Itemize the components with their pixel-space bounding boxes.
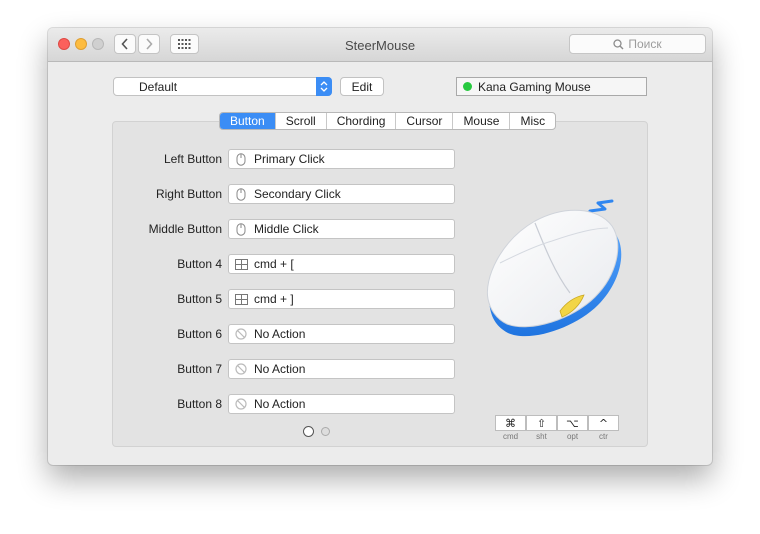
button-7-action-field[interactable]: No Action bbox=[228, 359, 455, 379]
keyboard-icon bbox=[234, 257, 248, 271]
control-modifier-label: ctr bbox=[599, 432, 608, 441]
page-1-dot[interactable] bbox=[303, 426, 314, 437]
tab-cursor[interactable]: Cursor bbox=[395, 113, 452, 129]
button-5-action: cmd + ] bbox=[254, 292, 294, 306]
option-modifier-key[interactable]: ⌥ bbox=[557, 415, 588, 431]
option-modifier-label: opt bbox=[566, 432, 579, 441]
mouse-illustration bbox=[486, 199, 622, 337]
button-4-action: cmd + [ bbox=[254, 257, 294, 271]
button-4-label: Button 4 bbox=[177, 257, 222, 271]
middle-button-label: Middle Button bbox=[148, 222, 222, 236]
tab-misc[interactable]: Misc bbox=[509, 113, 555, 129]
button-5-action-field[interactable]: cmd + ] bbox=[228, 289, 455, 309]
button-4-action-field[interactable]: cmd + [ bbox=[228, 254, 455, 274]
button-8-label: Button 8 bbox=[177, 397, 222, 411]
no-action-icon bbox=[234, 397, 248, 411]
right-button-action-field[interactable]: Secondary Click bbox=[228, 184, 455, 204]
search-field[interactable]: Поиск bbox=[569, 34, 706, 54]
edit-preset-button[interactable]: Edit bbox=[340, 77, 384, 96]
button-7-label: Button 7 bbox=[177, 362, 222, 376]
mouse-icon bbox=[234, 222, 248, 236]
device-status-dot bbox=[463, 82, 472, 91]
no-action-icon bbox=[234, 327, 248, 341]
search-placeholder: Поиск bbox=[628, 37, 662, 51]
right-button-action: Secondary Click bbox=[254, 187, 341, 201]
search-icon bbox=[613, 38, 624, 49]
device-name: Kana Gaming Mouse bbox=[478, 79, 591, 94]
left-button-action: Primary Click bbox=[254, 152, 325, 166]
preset-dropdown[interactable]: Default bbox=[113, 77, 332, 96]
middle-button-action: Middle Click bbox=[254, 222, 319, 236]
button-8-action: No Action bbox=[254, 397, 306, 411]
button-6-label: Button 6 bbox=[177, 327, 222, 341]
mouse-icon bbox=[234, 152, 248, 166]
tab-scroll[interactable]: Scroll bbox=[274, 113, 326, 129]
button-6-action-field[interactable]: No Action bbox=[228, 324, 455, 344]
left-button-label: Left Button bbox=[163, 152, 222, 166]
cmd-modifier-key[interactable]: ⌘ bbox=[495, 415, 526, 431]
page-2-dot[interactable] bbox=[321, 427, 330, 436]
button-8-action-field[interactable]: No Action bbox=[228, 394, 455, 414]
tab-chording[interactable]: Chording bbox=[325, 113, 396, 129]
title-bar: SteerMouse Поиск bbox=[48, 28, 712, 62]
button-5-label: Button 5 bbox=[177, 292, 222, 306]
button-6-action: No Action bbox=[254, 327, 306, 341]
mouse-icon bbox=[234, 187, 248, 201]
shift-modifier-label: sht bbox=[536, 432, 547, 441]
tab-button[interactable]: Button bbox=[220, 113, 275, 129]
no-action-icon bbox=[234, 362, 248, 376]
preset-selected-value: Default bbox=[139, 80, 178, 94]
control-modifier-key[interactable]: ^ bbox=[588, 415, 619, 431]
tab-mouse[interactable]: Mouse bbox=[452, 113, 509, 129]
button-7-action: No Action bbox=[254, 362, 306, 376]
cmd-modifier-label: cmd bbox=[502, 432, 519, 441]
tab-bar: Button Scroll Chording Cursor Mouse Misc bbox=[219, 112, 557, 130]
device-indicator: Kana Gaming Mouse bbox=[456, 77, 647, 96]
shift-modifier-key[interactable]: ⇧ bbox=[526, 415, 557, 431]
right-button-label: Right Button bbox=[155, 187, 222, 201]
keyboard-icon bbox=[234, 292, 248, 306]
left-button-action-field[interactable]: Primary Click bbox=[228, 149, 455, 169]
middle-button-action-field[interactable]: Middle Click bbox=[228, 219, 455, 239]
updown-chevron-icon bbox=[316, 77, 332, 96]
app-window: SteerMouse Поиск Default Edit Kana Gamin… bbox=[48, 28, 712, 465]
